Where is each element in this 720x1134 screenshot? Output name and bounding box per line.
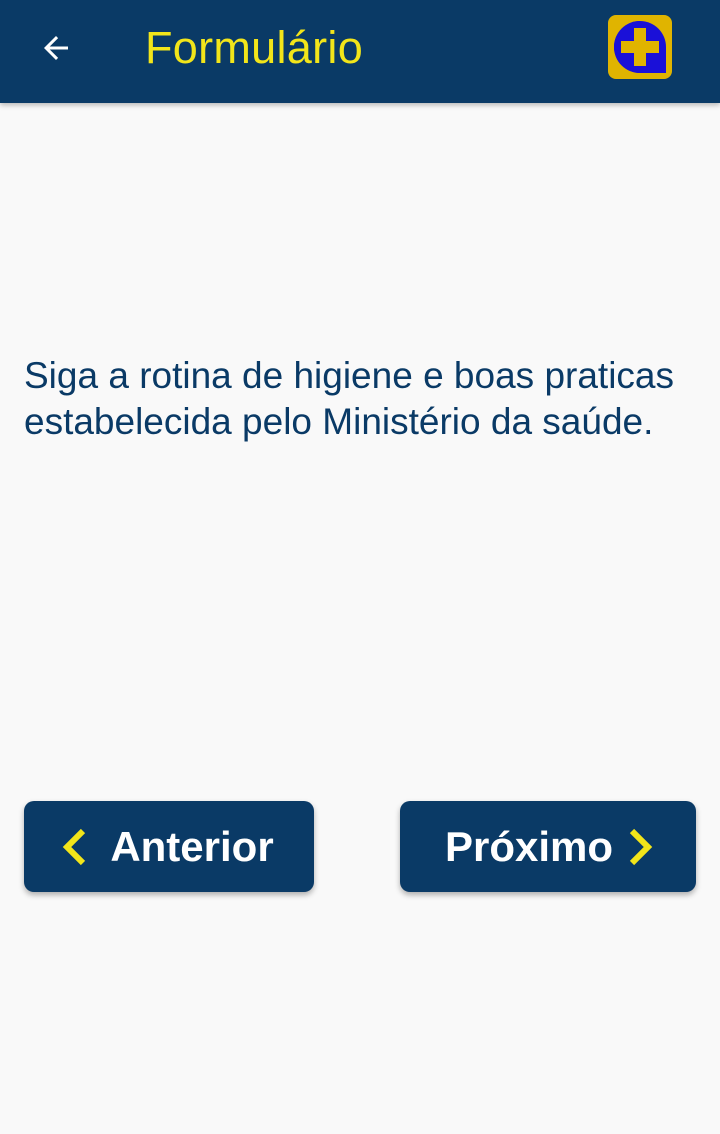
medical-cross-logo-icon [608, 15, 672, 79]
arrow-left-icon [44, 36, 68, 60]
app-bar: Formulário [0, 0, 720, 103]
page-title: Formulário [145, 22, 364, 73]
next-button[interactable]: Próximo [400, 801, 696, 892]
back-button[interactable] [28, 20, 84, 76]
next-button-label: Próximo [444, 822, 614, 870]
chevron-left-icon [63, 828, 86, 865]
previous-button[interactable]: Anterior [24, 801, 314, 892]
previous-button-label: Anterior [110, 822, 274, 870]
chevron-right-icon [629, 828, 653, 865]
instruction-text: Siga a rotina de higiene e boas praticas… [24, 355, 674, 442]
app-logo-button[interactable] [608, 15, 672, 79]
